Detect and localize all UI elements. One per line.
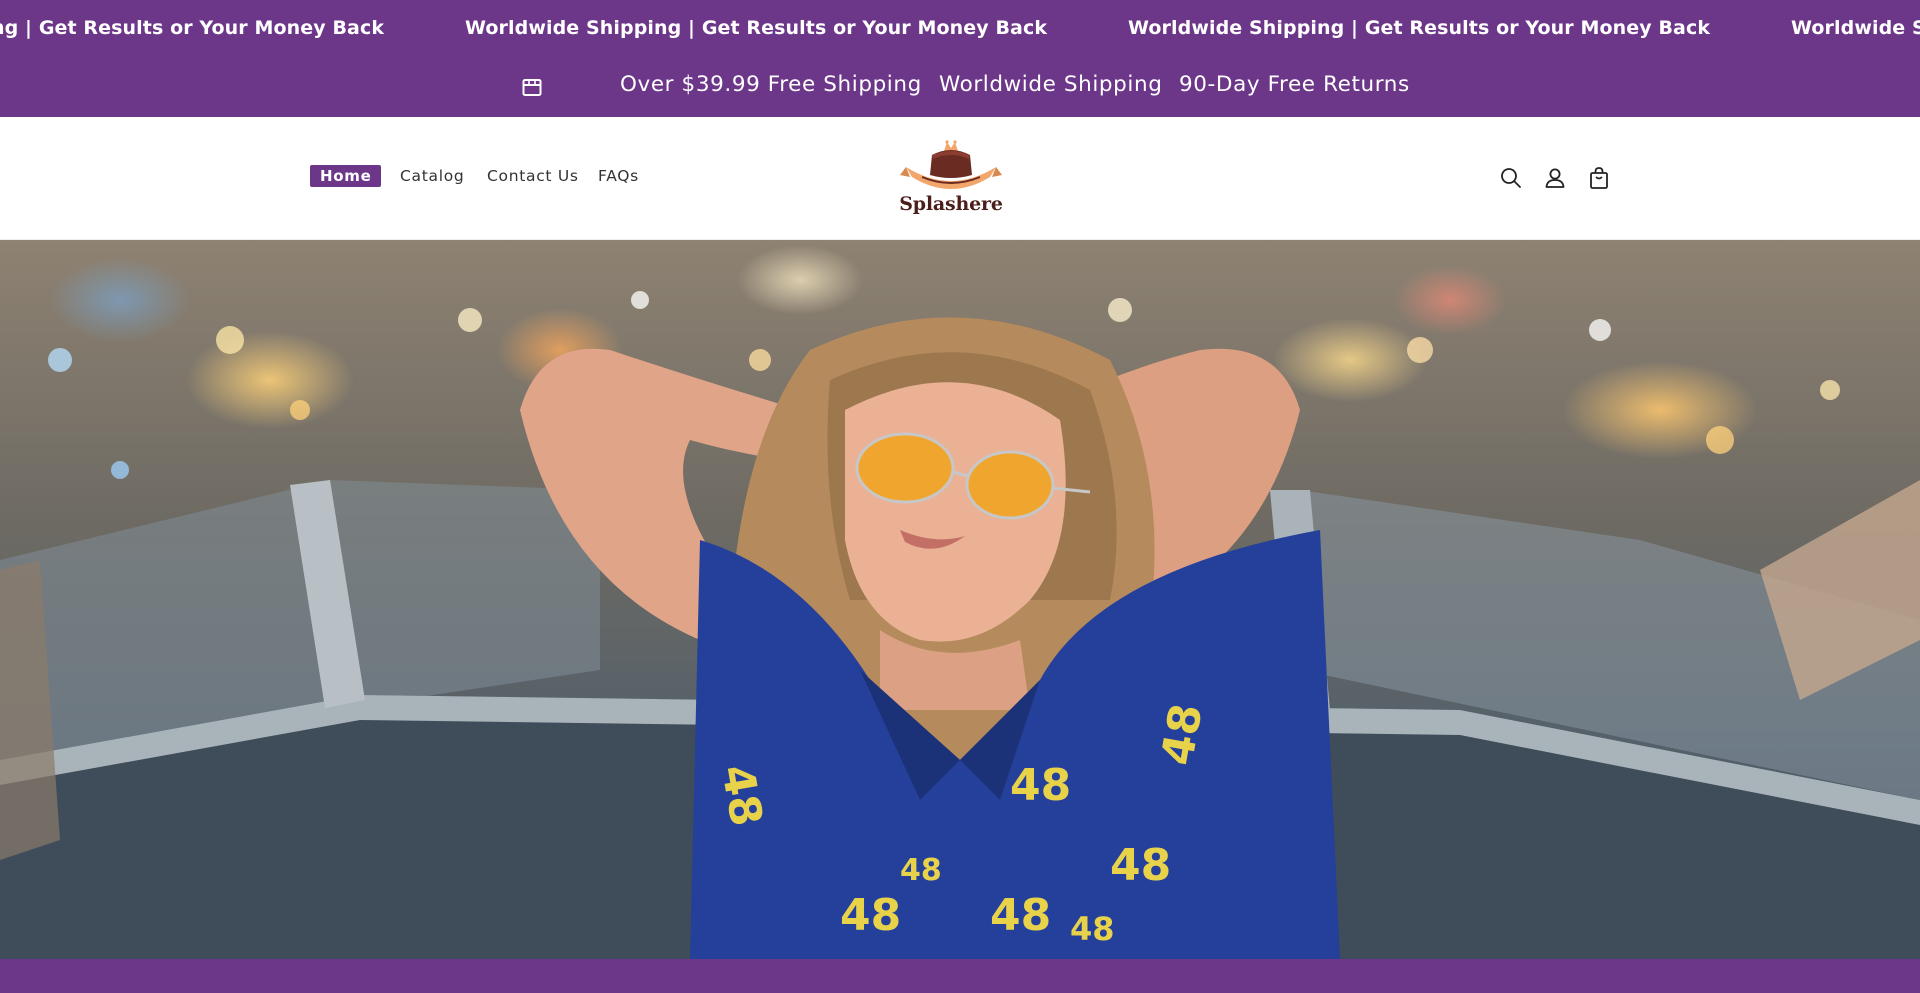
search-icon[interactable]: [1498, 165, 1524, 191]
hero-image: 48 48 48 48 48 48 48 48: [0, 240, 1920, 959]
nav-faqs[interactable]: FAQs: [598, 167, 639, 185]
marquee-item: Worldwide Shipping | Get Results or Your…: [0, 17, 385, 39]
svg-text:48: 48: [711, 761, 772, 830]
store-icon: [522, 79, 542, 96]
nav-contact-us[interactable]: Contact Us: [487, 167, 579, 185]
svg-text:48: 48: [900, 853, 942, 888]
free-returns-text: 90-Day Free Returns: [1179, 72, 1410, 97]
cart-icon[interactable]: [1586, 165, 1612, 191]
nav-home[interactable]: Home: [310, 165, 382, 187]
hero-illustration: 48 48 48 48 48 48 48 48: [0, 291, 1920, 959]
svg-text:48: 48: [840, 890, 901, 941]
brand-name[interactable]: Splashere: [898, 193, 1004, 215]
site-header: Home Catalog Contact Us FAQs Splashere: [0, 117, 1920, 240]
free-shipping-text: Over $39.99 Free Shipping: [620, 72, 922, 97]
marquee-track: Worldwide Shipping | Get Results or Your…: [0, 17, 1920, 39]
svg-text:48: 48: [1110, 840, 1171, 891]
worldwide-shipping-text: Worldwide Shipping: [939, 72, 1163, 97]
marquee-item: Worldwide Shipping | Get Results or Your…: [1128, 17, 1711, 39]
marquee-item: Worldwide Shipping | Get Results or Your…: [465, 17, 1048, 39]
marquee-item: Worldwide Shipping | Get Results or Your…: [1791, 17, 1920, 39]
svg-text:48: 48: [1010, 760, 1071, 811]
announcement-bar: Over $39.99 Free Shipping Worldwide Ship…: [0, 56, 1920, 117]
svg-text:48: 48: [1152, 700, 1213, 769]
svg-text:48: 48: [1070, 910, 1115, 948]
marquee-bar: Worldwide Shipping | Get Results or Your…: [0, 0, 1920, 56]
nav-catalog[interactable]: Catalog: [400, 167, 464, 185]
bottom-banner: [0, 959, 1920, 993]
svg-text:48: 48: [990, 890, 1051, 941]
account-icon[interactable]: [1542, 165, 1568, 191]
